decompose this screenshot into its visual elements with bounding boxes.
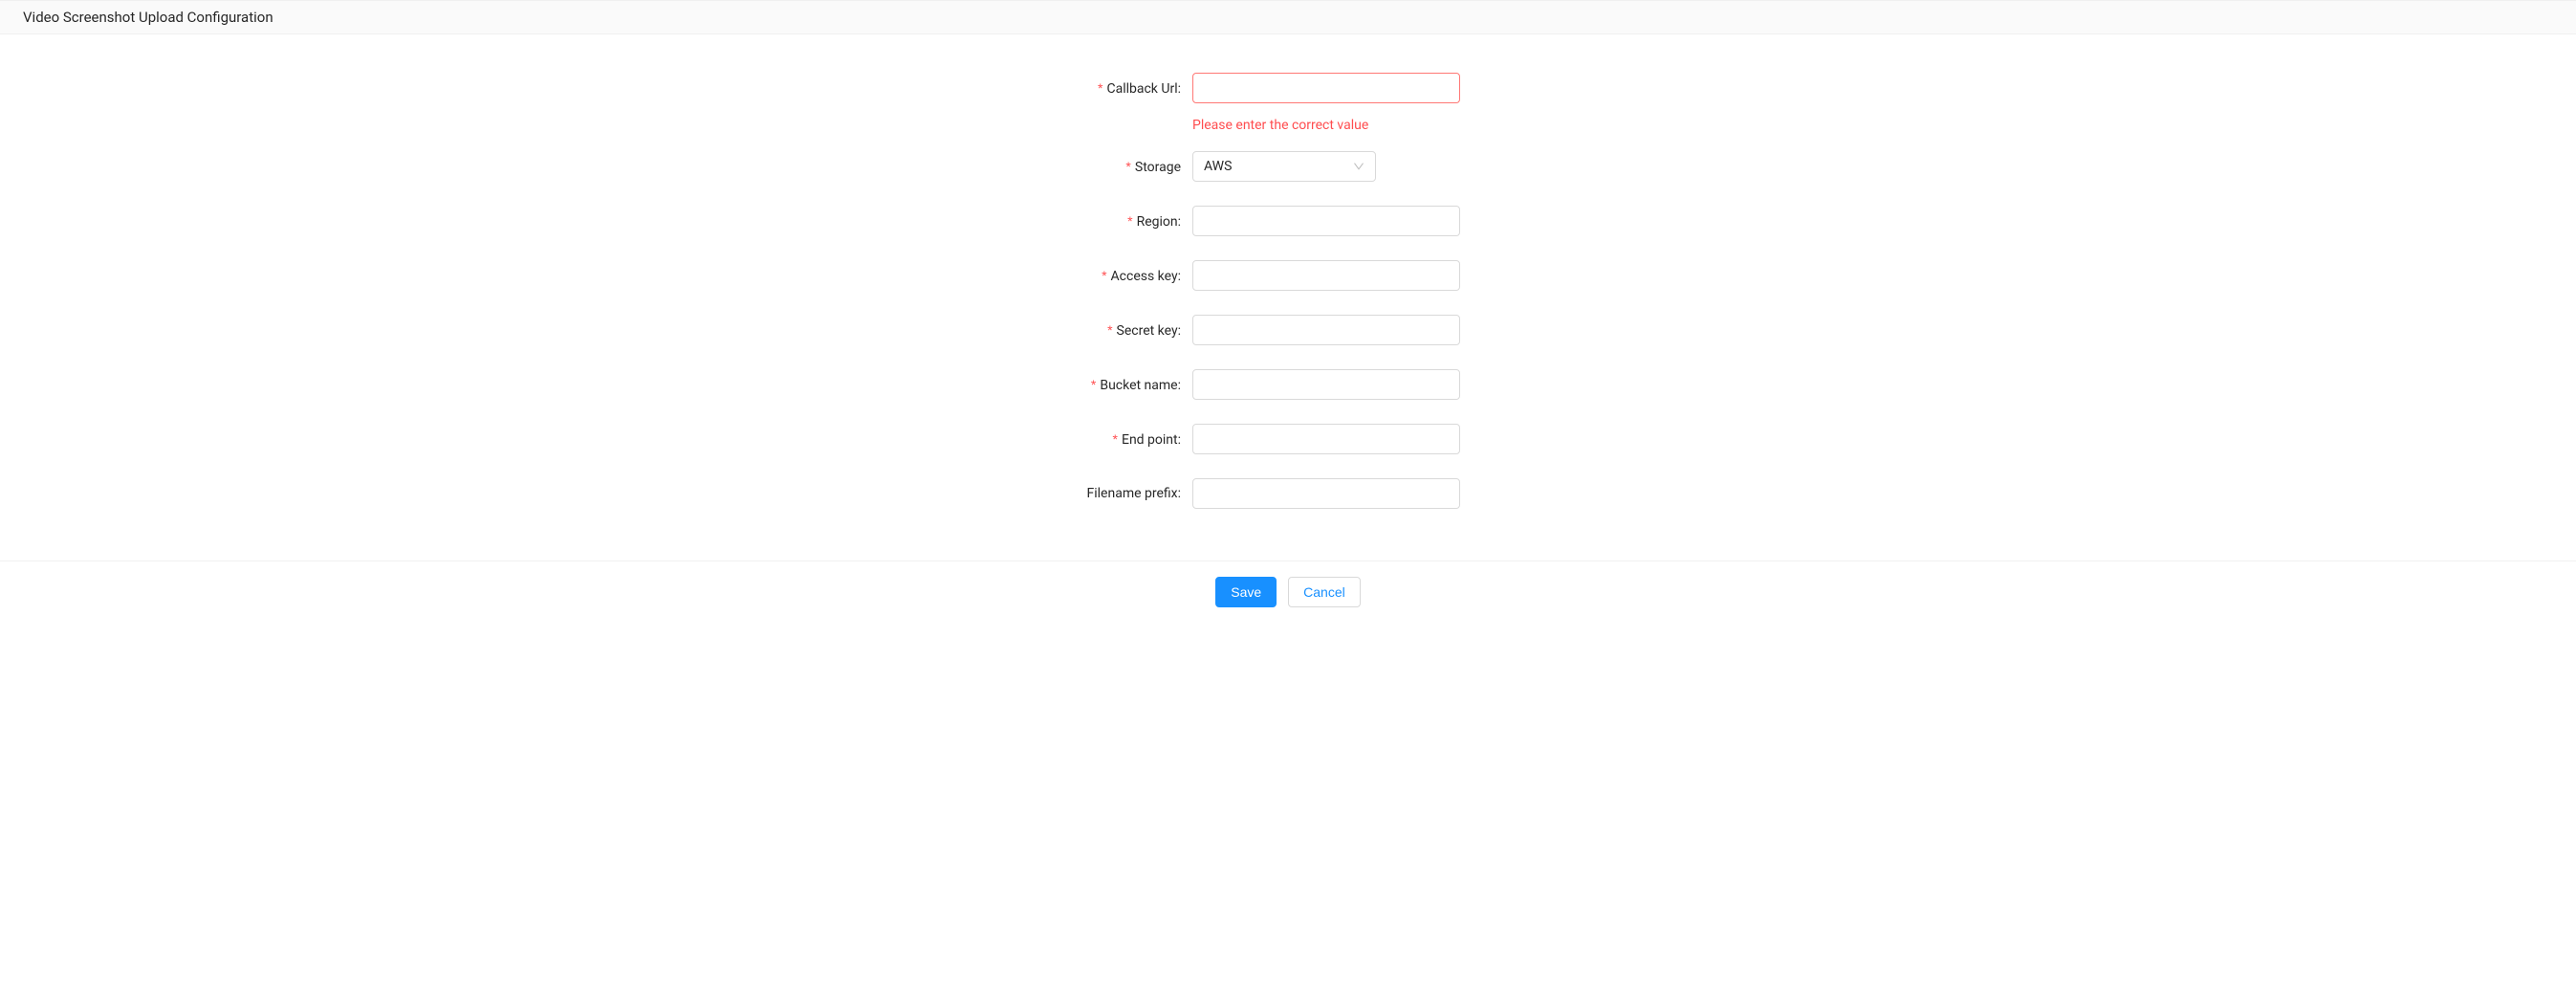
access-key-input[interactable] (1192, 260, 1460, 291)
label-access-key: *Access key: (714, 260, 1192, 292)
callback-url-input[interactable] (1192, 73, 1460, 103)
form-row-callback-url: *Callback Url: (23, 73, 2553, 104)
form-row-region: *Region: (23, 206, 2553, 237)
required-mark: * (1125, 159, 1130, 174)
form-row-bucket-name: *Bucket name: (23, 369, 2553, 401)
form-row-secret-key: *Secret key: (23, 315, 2553, 346)
label-filename-prefix: Filename prefix: (714, 478, 1192, 509)
filename-prefix-input[interactable] (1192, 478, 1460, 509)
form-row-filename-prefix: Filename prefix: (23, 478, 2553, 509)
page-title: Video Screenshot Upload Configuration (23, 9, 2553, 26)
page-header: Video Screenshot Upload Configuration (0, 0, 2576, 34)
required-mark: * (1098, 80, 1102, 96)
callback-url-error: Please enter the correct value (1192, 116, 1862, 136)
required-mark: * (1091, 377, 1096, 392)
label-callback-url: *Callback Url: (714, 73, 1192, 104)
form-row-storage: *Storage AWS (23, 151, 2553, 183)
label-region: *Region: (714, 206, 1192, 237)
form-row-access-key: *Access key: (23, 260, 2553, 292)
chevron-down-icon (1353, 161, 1364, 172)
end-point-input[interactable] (1192, 424, 1460, 454)
required-mark: * (1127, 213, 1132, 229)
label-bucket-name: *Bucket name: (714, 369, 1192, 401)
required-mark: * (1107, 322, 1112, 338)
bucket-name-input[interactable] (1192, 369, 1460, 400)
storage-select[interactable]: AWS (1192, 151, 1376, 182)
save-button[interactable]: Save (1215, 577, 1277, 607)
secret-key-input[interactable] (1192, 315, 1460, 345)
error-row-callback-url: Please enter the correct value (23, 112, 2553, 136)
required-mark: * (1102, 268, 1106, 283)
form-container: *Callback Url: Please enter the correct … (0, 34, 2576, 560)
form-row-end-point: *End point: (23, 424, 2553, 455)
storage-select-value: AWS (1204, 159, 1232, 174)
region-input[interactable] (1192, 206, 1460, 236)
footer-actions: Save Cancel (0, 560, 2576, 623)
label-secret-key: *Secret key: (714, 315, 1192, 346)
label-storage: *Storage (714, 151, 1192, 183)
cancel-button[interactable]: Cancel (1288, 577, 1361, 607)
required-mark: * (1113, 431, 1118, 447)
label-end-point: *End point: (714, 424, 1192, 455)
